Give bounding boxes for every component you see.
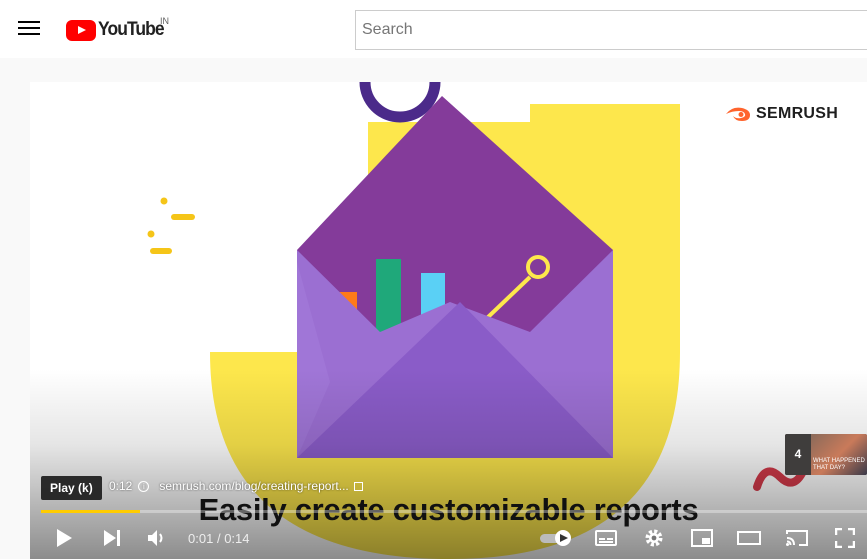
mute-button[interactable] [141, 518, 173, 558]
subtitles-icon [595, 530, 617, 546]
volume-icon [148, 530, 163, 546]
endcard-title: WHAT HAPPENED THAT DAY? [813, 458, 865, 471]
next-icon [104, 530, 120, 546]
youtube-play-logo-icon [66, 19, 96, 41]
decor-dot [147, 230, 155, 238]
cast-button[interactable] [781, 518, 813, 558]
search-box[interactable] [355, 10, 867, 50]
external-link-icon [353, 481, 363, 491]
decor-dash [150, 248, 172, 254]
semrush-brand-text: SEMRUSH [756, 105, 839, 122]
youtube-logo[interactable]: YouTube [66, 18, 169, 42]
next-button[interactable] [96, 518, 128, 558]
hamburger-menu-icon[interactable] [18, 18, 40, 38]
autoplay-toggle-icon [540, 530, 571, 546]
end-screen-card[interactable]: 4 WHAT HAPPENED THAT DAY? [785, 434, 867, 475]
fullscreen-button[interactable] [829, 518, 861, 558]
semrush-flame-icon [726, 107, 750, 121]
theater-mode-button[interactable] [733, 518, 765, 558]
time-separator: / [216, 531, 221, 546]
masthead: YouTube IN [0, 0, 867, 58]
endcard-count: 4 [785, 434, 811, 475]
card-time: 0:12 [109, 479, 133, 493]
purple-ring-shape [359, 82, 441, 123]
play-icon [57, 529, 72, 547]
miniplayer-button[interactable] [686, 518, 718, 558]
player-controls: 0:01 / 0:14 [30, 518, 867, 558]
current-time: 0:01 [188, 531, 214, 546]
progress-played [41, 510, 141, 513]
info-card-teaser[interactable]: 0:12 i semrush.com/blog/creating-report.… [109, 479, 363, 493]
search-input[interactable] [356, 11, 867, 49]
play-button[interactable] [48, 518, 80, 558]
duration: 0:14 [224, 531, 250, 546]
decor-dot [160, 197, 168, 205]
decor-dash [171, 214, 195, 220]
card-link[interactable]: semrush.com/blog/creating-report... [159, 479, 348, 493]
logo-text: YouTube [98, 19, 165, 40]
theater-mode-icon [737, 531, 761, 545]
gear-icon [645, 529, 663, 547]
country-code: IN [160, 16, 169, 26]
time-display: 0:01 / 0:14 [188, 531, 250, 546]
autoplay-toggle[interactable] [536, 518, 576, 558]
info-icon[interactable]: i [138, 480, 150, 492]
settings-button[interactable] [638, 518, 670, 558]
progress-bar[interactable] [41, 510, 867, 513]
fullscreen-icon [835, 528, 855, 548]
miniplayer-icon [691, 529, 713, 547]
subtitles-button[interactable] [590, 518, 622, 558]
video-player[interactable]: SEMRUSH 4 WHAT HAPPENED THAT DAY? Play (… [30, 82, 867, 559]
cast-icon [786, 530, 808, 546]
semrush-watermark: SEMRUSH [724, 105, 838, 123]
